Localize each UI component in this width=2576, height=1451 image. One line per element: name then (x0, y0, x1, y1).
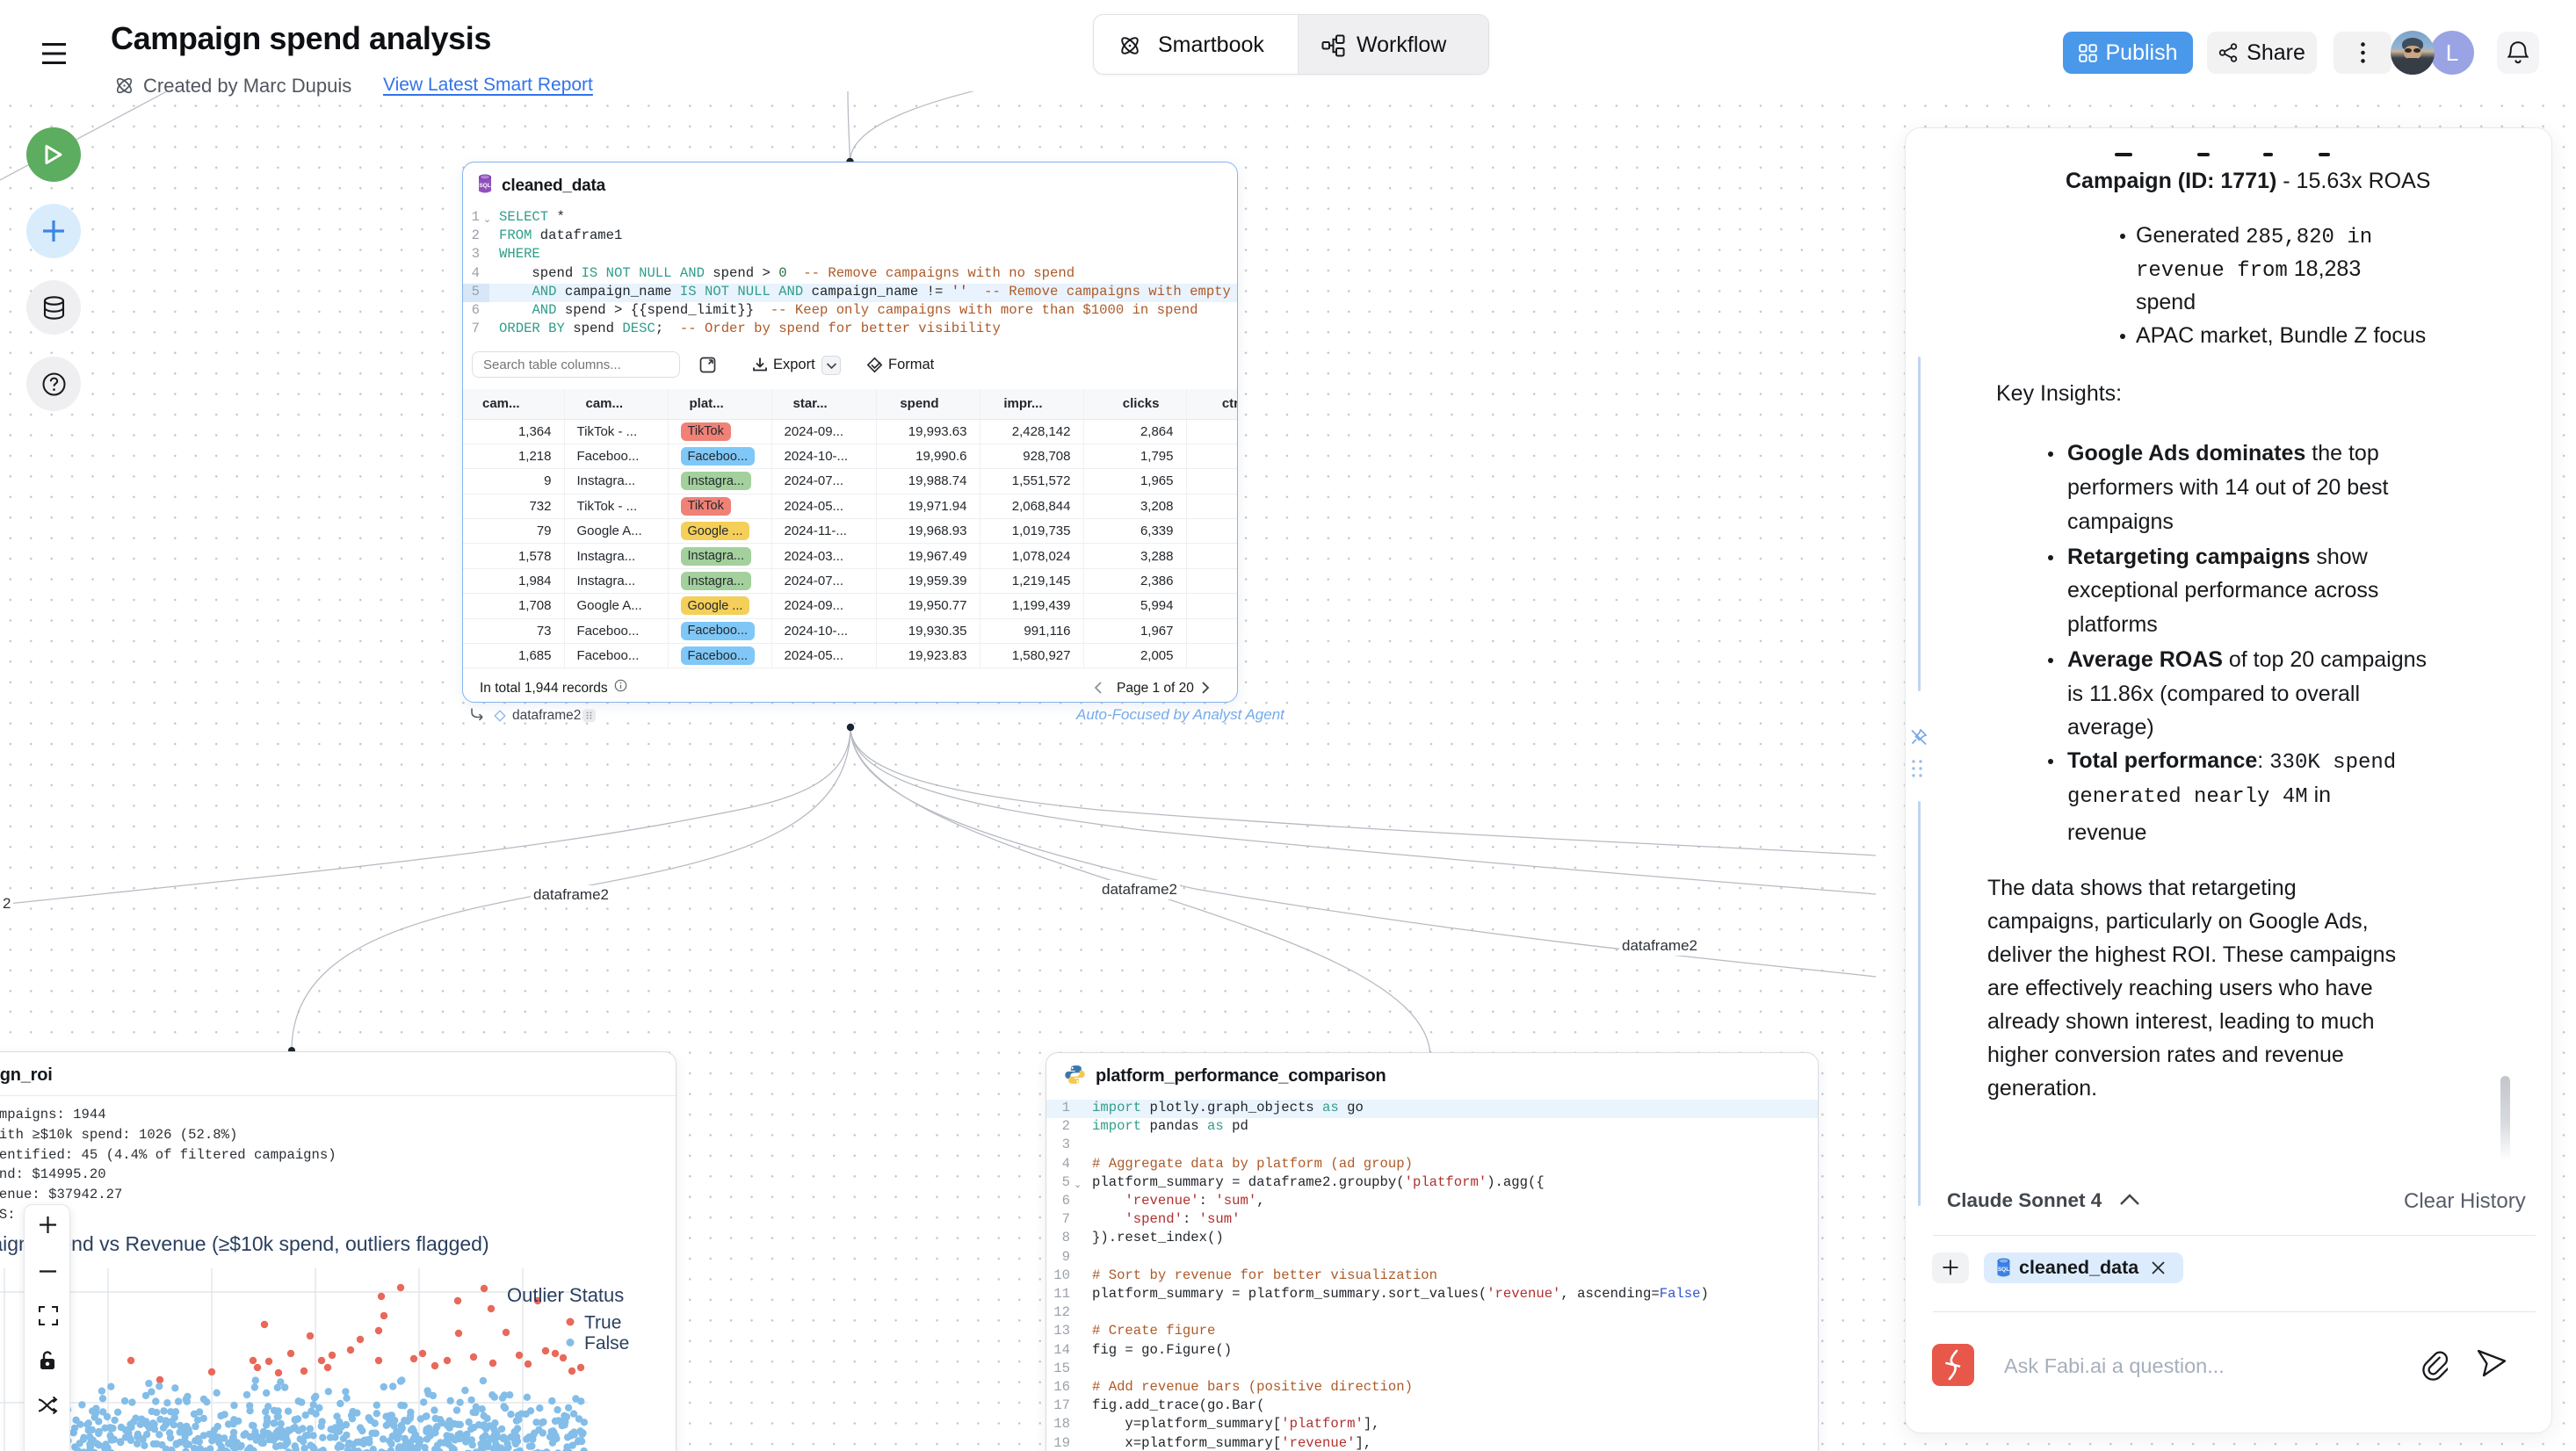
svg-text:Outlier Status: Outlier Status (507, 1284, 624, 1306)
svg-text:False: False (584, 1333, 629, 1354)
svg-text:True: True (584, 1313, 621, 1333)
svg-text:SQL: SQL (479, 183, 490, 189)
svg-text:SQL: SQL (1998, 1267, 2009, 1273)
